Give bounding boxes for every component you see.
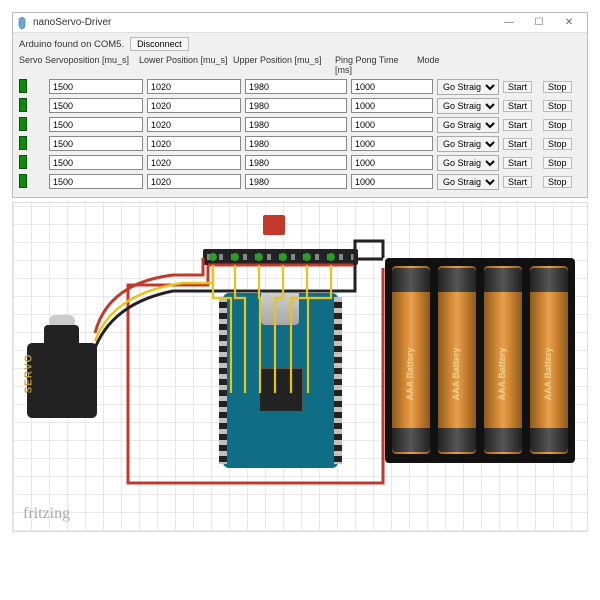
col-header-ping: Ping Pong Time [ms] [335,55,417,75]
battery-1: AAA Battery [392,266,430,454]
titlebar: nanoServo-Driver — ☐ ✕ [13,13,587,33]
position-input[interactable] [49,155,143,170]
stop-button[interactable]: Stop [543,157,572,169]
position-input[interactable] [49,174,143,189]
upper-input[interactable] [245,136,347,151]
lower-input[interactable] [147,155,241,170]
servo-component: SERVO [27,313,112,418]
servo-grid: Servo Servoposition [mu_s] Lower Positio… [13,55,587,197]
start-button[interactable]: Start [503,157,532,169]
upper-input[interactable] [245,98,347,113]
start-button[interactable]: Start [503,138,532,150]
app-window: nanoServo-Driver — ☐ ✕ Arduino found on … [12,12,588,198]
stop-button[interactable]: Stop [543,100,572,112]
servo-led [19,98,27,112]
app-icon [17,17,27,29]
ping-input[interactable] [351,79,433,94]
mode-select[interactable]: Go Straight [437,174,499,190]
servo-led [19,117,27,131]
ping-input[interactable] [351,117,433,132]
position-input[interactable] [49,117,143,132]
upper-input[interactable] [245,174,347,189]
header-pins [203,249,358,265]
servo-row: Go Straight Start Stop [19,77,581,96]
minimize-button[interactable]: — [495,14,523,32]
ping-input[interactable] [351,98,433,113]
ping-input[interactable] [351,136,433,151]
lower-input[interactable] [147,79,241,94]
jst-connector [263,215,285,235]
col-header-lower: Lower Position [mu_s] [139,55,233,75]
servo-row: Go Straight Start Stop [19,153,581,172]
usb-port [261,291,299,325]
mcu-chip [259,368,303,412]
servo-led [19,136,27,150]
position-input[interactable] [49,136,143,151]
disconnect-button[interactable]: Disconnect [130,37,189,51]
stop-button[interactable]: Stop [543,81,572,93]
start-button[interactable]: Start [503,100,532,112]
servo-row: Go Straight Start Stop [19,96,581,115]
upper-input[interactable] [245,79,347,94]
stop-button[interactable]: Stop [543,119,572,131]
lower-input[interactable] [147,174,241,189]
start-button[interactable]: Start [503,81,532,93]
lower-input[interactable] [147,136,241,151]
col-header-position: Servoposition [mu_s] [45,55,139,75]
position-input[interactable] [49,79,143,94]
battery-holder: AAA Battery AAA Battery AAA Battery AAA … [385,258,575,463]
mode-select[interactable]: Go Straight [437,98,499,114]
servo-led [19,155,27,169]
ping-input[interactable] [351,174,433,189]
toolbar: Arduino found on COM5. Disconnect [13,33,587,55]
battery-3: AAA Battery [484,266,522,454]
fritzing-watermark: fritzing [23,505,70,523]
mode-select[interactable]: Go Straight [437,155,499,171]
lower-input[interactable] [147,98,241,113]
lower-input[interactable] [147,117,241,132]
mode-select[interactable]: Go Straight [437,117,499,133]
position-input[interactable] [49,98,143,113]
battery-2: AAA Battery [438,266,476,454]
col-header-upper: Upper Position [mu_s] [233,55,335,75]
ping-input[interactable] [351,155,433,170]
mode-select[interactable]: Go Straight [437,136,499,152]
upper-input[interactable] [245,155,347,170]
servo-row: Go Straight Start Stop [19,115,581,134]
col-header-mode: Mode [417,55,479,75]
mode-select[interactable]: Go Straight [437,79,499,95]
close-button[interactable]: ✕ [555,14,583,32]
circuit-diagram: SERVO AAA Battery AAA Battery AAA Batter… [12,202,588,532]
servo-row: Go Straight Start Stop [19,134,581,153]
servo-row: Go Straight Start Stop [19,172,581,191]
connection-status: Arduino found on COM5. [19,39,124,50]
window-title: nanoServo-Driver [33,17,495,28]
arduino-nano [223,293,338,468]
maximize-button[interactable]: ☐ [525,14,553,32]
start-button[interactable]: Start [503,119,532,131]
servo-led [19,174,27,188]
stop-button[interactable]: Stop [543,138,572,150]
servo-label: SERVO [23,354,34,394]
col-header-servo: Servo [19,55,45,75]
battery-4: AAA Battery [530,266,568,454]
start-button[interactable]: Start [503,176,532,188]
stop-button[interactable]: Stop [543,176,572,188]
upper-input[interactable] [245,117,347,132]
servo-led [19,79,27,93]
